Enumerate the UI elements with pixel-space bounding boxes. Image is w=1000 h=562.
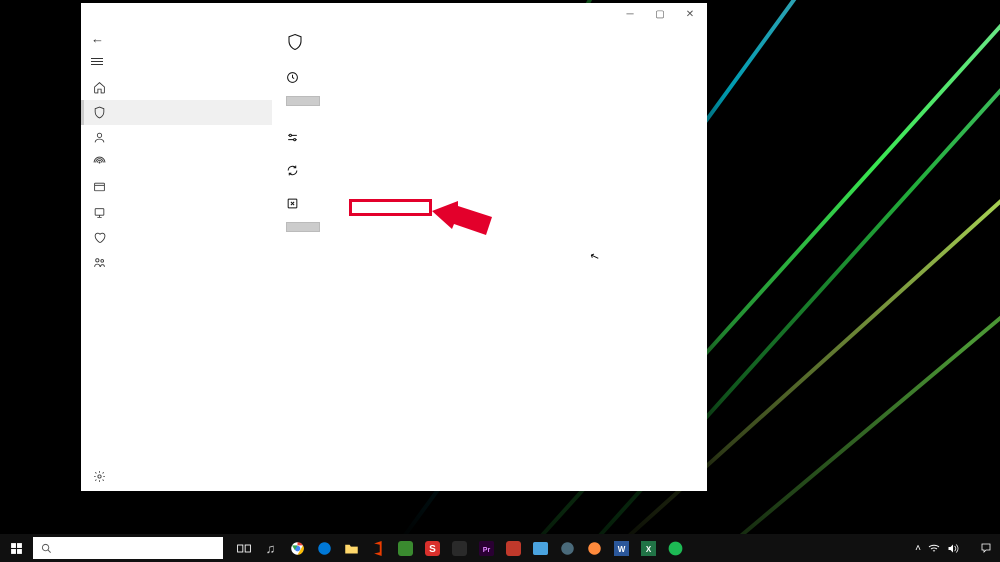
ransomware-heading [286, 197, 513, 210]
spotify-icon[interactable] [662, 534, 689, 562]
svg-text:X: X [646, 545, 652, 554]
ransomware-icon [286, 197, 299, 210]
firewall-icon [93, 156, 106, 169]
word-icon[interactable]: W [608, 534, 635, 562]
app-blue-icon[interactable] [527, 534, 554, 562]
account-icon [93, 131, 106, 144]
vtp-settings-heading [286, 131, 513, 144]
notifications-icon[interactable] [980, 542, 992, 554]
app-dark-icon[interactable] [446, 534, 473, 562]
shield-icon [286, 33, 304, 51]
svg-text:W: W [618, 545, 626, 554]
device-security-icon [93, 206, 106, 219]
sidebar-item-device-security[interactable] [81, 200, 272, 225]
current-threats-heading [286, 71, 513, 84]
setup-onedrive-button[interactable] [286, 222, 320, 232]
sidebar-item-virus[interactable] [81, 100, 272, 125]
sidebar-settings[interactable] [81, 462, 272, 491]
heart-icon [93, 231, 106, 244]
volume-icon[interactable] [947, 543, 959, 554]
quick-scan-button[interactable] [286, 96, 320, 106]
search-icon [41, 543, 52, 554]
minimize-button[interactable]: ─ [615, 4, 645, 24]
taskbar: ♫ S Pr W X ˄ [0, 534, 1000, 562]
gear-icon [93, 470, 106, 483]
app-green-icon[interactable] [392, 534, 419, 562]
start-button[interactable] [0, 534, 33, 562]
page-title [286, 33, 513, 51]
close-button[interactable]: ✕ [675, 4, 705, 24]
app-red2-icon[interactable] [500, 534, 527, 562]
task-view-icon[interactable] [230, 534, 257, 562]
sidebar-item-account[interactable] [81, 125, 272, 150]
explorer-icon[interactable] [338, 534, 365, 562]
itunes-icon[interactable]: ♫ [257, 534, 284, 562]
app-globe-icon[interactable] [554, 534, 581, 562]
aside [513, 33, 693, 479]
wifi-icon[interactable] [928, 543, 940, 553]
hamburger-icon[interactable] [81, 52, 272, 75]
maximize-button[interactable]: ▢ [645, 4, 675, 24]
office-icon[interactable] [365, 534, 392, 562]
premiere-icon[interactable]: Pr [473, 534, 500, 562]
sidebar-item-family[interactable] [81, 250, 272, 275]
back-button[interactable]: ← [81, 25, 272, 52]
system-tray: ˄ [907, 542, 1000, 554]
family-icon [93, 256, 106, 269]
taskbar-apps: ♫ S Pr W X [230, 534, 689, 562]
sidebar-item-performance[interactable] [81, 225, 272, 250]
settings-icon [286, 131, 299, 144]
app-chat-icon[interactable] [581, 534, 608, 562]
home-icon [93, 81, 106, 94]
svg-text:S: S [429, 544, 436, 555]
sidebar-item-home[interactable] [81, 75, 272, 100]
scan-icon [286, 71, 299, 84]
vtp-updates-heading [286, 164, 513, 177]
app-red-icon[interactable]: S [419, 534, 446, 562]
windows-security-window: ─ ▢ ✕ ← [81, 3, 707, 491]
sidebar-item-firewall[interactable] [81, 150, 272, 175]
main-content [272, 25, 707, 491]
chrome-icon[interactable] [284, 534, 311, 562]
edge-icon[interactable] [311, 534, 338, 562]
search-input[interactable] [33, 537, 223, 559]
sidebar: ← [81, 25, 272, 491]
svg-text:Pr: Pr [483, 547, 491, 554]
sidebar-item-app-browser[interactable] [81, 175, 272, 200]
app-browser-icon [93, 181, 106, 194]
shield-icon [93, 106, 106, 119]
titlebar: ─ ▢ ✕ [81, 3, 707, 25]
excel-icon[interactable]: X [635, 534, 662, 562]
tray-chevron-icon[interactable]: ˄ [915, 543, 921, 554]
updates-icon [286, 164, 299, 177]
